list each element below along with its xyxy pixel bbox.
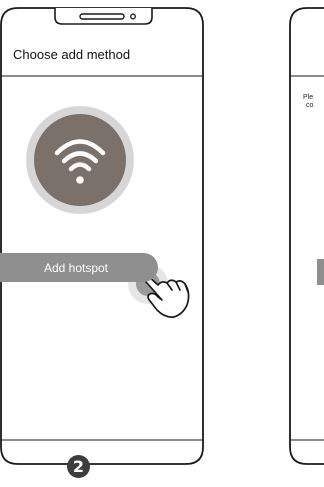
speaker-icon bbox=[79, 13, 125, 20]
page-title: Choose add method bbox=[13, 47, 131, 62]
wifi-disc bbox=[34, 114, 126, 206]
step-number: 2 bbox=[72, 457, 85, 476]
add-hotspot-label: Add hotspot bbox=[43, 260, 109, 275]
illustration: Choose add method Add hotspot Ple co 2 bbox=[0, 0, 324, 487]
wifi-dot bbox=[76, 176, 84, 184]
right-partial-text-line2: co bbox=[306, 102, 314, 109]
right-partial-button bbox=[317, 259, 324, 285]
phones-artwork bbox=[0, 7, 324, 465]
step-number-badge: 2 bbox=[67, 455, 90, 478]
camera-icon bbox=[130, 13, 136, 20]
right-partial-text-line1: Ple bbox=[303, 94, 314, 101]
add-hotspot-button[interactable]: Add hotspot bbox=[0, 253, 158, 282]
